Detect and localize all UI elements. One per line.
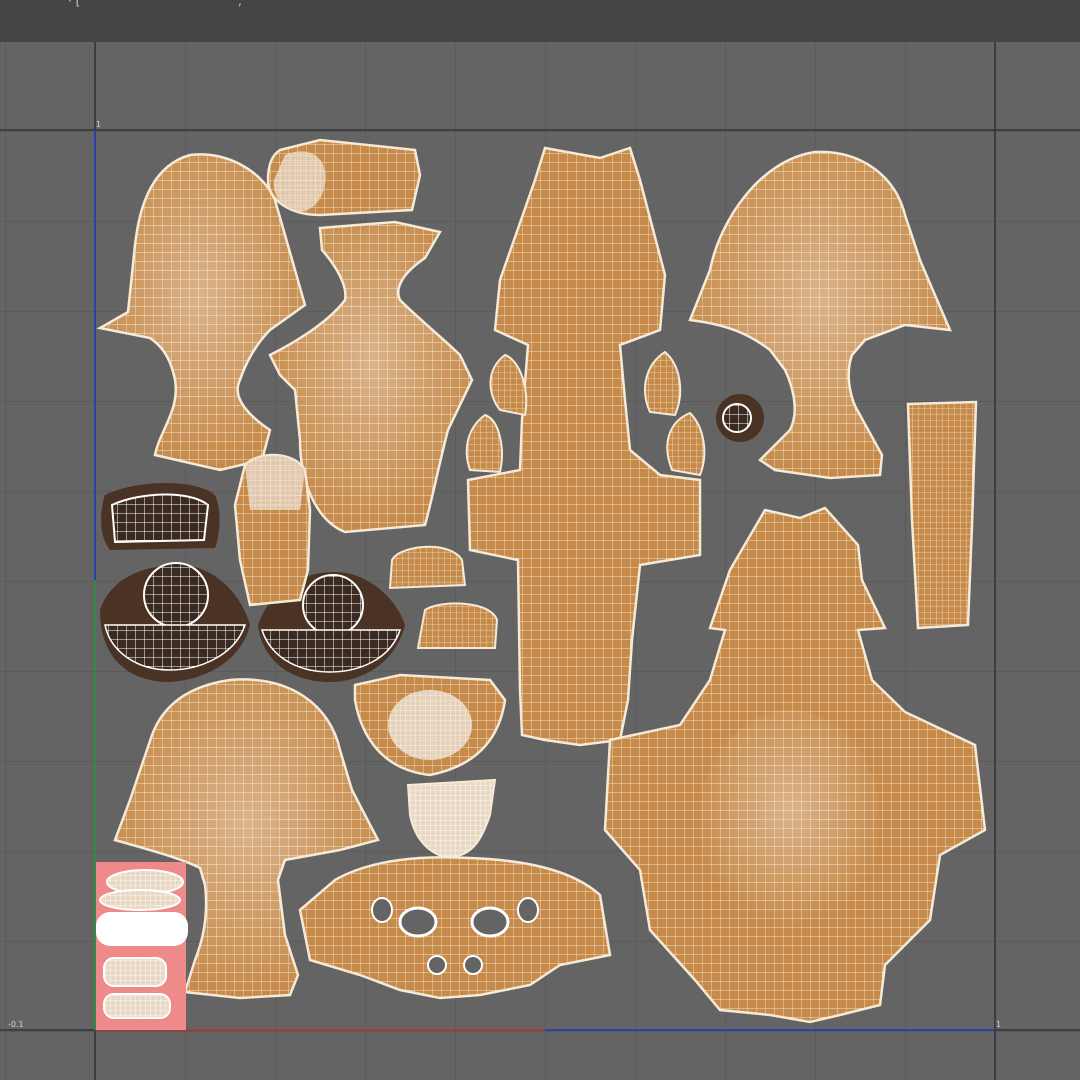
v-max-label: 1: [96, 120, 102, 129]
uv-shell-strip-right[interactable]: [906, 400, 978, 630]
u-max-label: 1: [996, 1020, 1002, 1029]
uv-shell-nostril-bottom[interactable]: [416, 602, 499, 649]
u-min-label: -0.1: [8, 1020, 24, 1029]
uv-layout-canvas[interactable]: [0, 0, 1080, 1080]
uv-shell-snout-tip[interactable]: [406, 778, 497, 860]
uv-shell-selected-cap[interactable]: [101, 482, 220, 550]
uv-shell-leaf-2[interactable]: [465, 413, 503, 474]
uv-shell-ear-top[interactable]: [266, 138, 422, 217]
uv-shell-leaf-4[interactable]: [666, 411, 706, 477]
uv-shell-eye-selected[interactable]: [716, 394, 764, 442]
uv-shell-snout[interactable]: [353, 673, 507, 777]
uv-shell-leaf-1[interactable]: [489, 353, 528, 417]
uv-shell-selected-eye-left[interactable]: [100, 562, 250, 682]
uv-shell-nostril-top[interactable]: [388, 545, 467, 590]
uv-shell-overlap-group[interactable]: [96, 862, 188, 1030]
uv-shell-face[interactable]: [298, 855, 612, 1000]
uv-shell-ear-mid[interactable]: [233, 453, 312, 607]
uv-shell-leaf-3[interactable]: [644, 350, 682, 417]
uv-shell-body-center[interactable]: [466, 146, 702, 747]
uv-shell-head-side-left[interactable]: [96, 153, 307, 472]
